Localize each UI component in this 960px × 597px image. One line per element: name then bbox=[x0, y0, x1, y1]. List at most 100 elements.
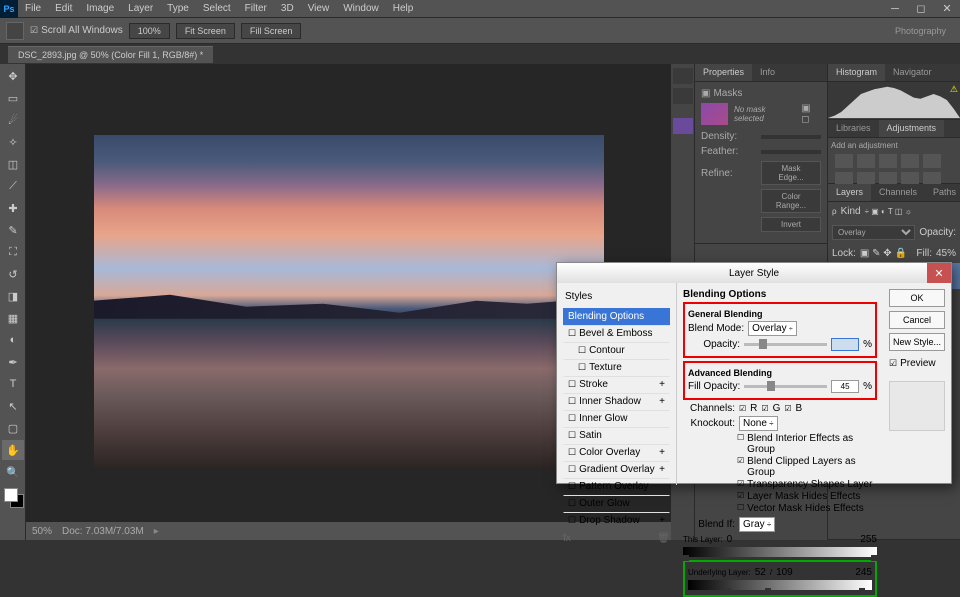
hand-tool-icon[interactable] bbox=[6, 22, 24, 40]
para-panel-icon[interactable] bbox=[673, 88, 693, 104]
cb-clipped[interactable]: ☑ Blend Clipped Layers as Group bbox=[737, 456, 877, 478]
preview-checkbox[interactable]: ☑ Preview bbox=[889, 358, 945, 369]
opacity-slider[interactable] bbox=[744, 343, 827, 346]
style-inner-shadow[interactable]: ☐ Inner Shadow+ bbox=[563, 393, 670, 410]
color-range-button[interactable]: Color Range... bbox=[761, 189, 821, 213]
menu-edit[interactable]: Edit bbox=[48, 0, 79, 18]
menu-file[interactable]: File bbox=[18, 0, 48, 18]
char-panel-icon[interactable] bbox=[673, 68, 693, 84]
menu-type[interactable]: Type bbox=[160, 0, 196, 18]
new-style-button[interactable]: New Style... bbox=[889, 333, 945, 351]
mask-edge-button[interactable]: Mask Edge... bbox=[761, 161, 821, 185]
fill-opacity-input[interactable] bbox=[831, 380, 859, 393]
lasso-tool[interactable]: ☄ bbox=[2, 110, 24, 130]
pen-tool[interactable]: ✒ bbox=[2, 352, 24, 372]
style-blending-options[interactable]: Blending Options bbox=[563, 308, 670, 325]
close-button[interactable]: ✕ bbox=[934, 0, 960, 18]
maximize-button[interactable]: ◻ bbox=[908, 0, 934, 18]
style-pattern-overlay[interactable]: ☐ Pattern Overlay bbox=[563, 478, 670, 495]
cb-vectormask[interactable]: ☐ Vector Mask Hides Effects bbox=[737, 503, 877, 514]
style-contour[interactable]: ☐ Contour bbox=[563, 342, 670, 359]
path-tool[interactable]: ↖ bbox=[2, 396, 24, 416]
tab-navigator[interactable]: Navigator bbox=[885, 64, 940, 81]
style-stroke[interactable]: ☐ Stroke+ bbox=[563, 376, 670, 393]
menu-window[interactable]: Window bbox=[336, 0, 386, 18]
gradient-tool[interactable]: ▦ bbox=[2, 308, 24, 328]
menu-image[interactable]: Image bbox=[79, 0, 121, 18]
tab-layers[interactable]: Layers bbox=[828, 184, 871, 201]
tab-info[interactable]: Info bbox=[752, 64, 783, 81]
tab-paths[interactable]: Paths bbox=[925, 184, 960, 201]
shape-tool[interactable]: ▢ bbox=[2, 418, 24, 438]
type-tool[interactable]: T bbox=[2, 374, 24, 394]
marquee-tool[interactable]: ▭ bbox=[2, 88, 24, 108]
tab-libraries[interactable]: Libraries bbox=[828, 120, 879, 137]
brush-tool[interactable]: ✎ bbox=[2, 220, 24, 240]
tab-adjustments[interactable]: Adjustments bbox=[879, 120, 945, 137]
menu-help[interactable]: Help bbox=[386, 0, 421, 18]
move-tool[interactable]: ✥ bbox=[2, 66, 24, 86]
hand-tool[interactable]: ✋ bbox=[2, 440, 24, 460]
healing-tool[interactable]: ✚ bbox=[2, 198, 24, 218]
history-brush-tool[interactable]: ↺ bbox=[2, 264, 24, 284]
fx-icon[interactable]: fx bbox=[563, 533, 571, 544]
style-outer-glow[interactable]: ☐ Outer Glow bbox=[563, 495, 670, 512]
blend-mode-select[interactable]: Overlay bbox=[832, 225, 915, 240]
zoom-pct-button[interactable]: 100% bbox=[129, 23, 170, 39]
tab-properties[interactable]: Properties bbox=[695, 64, 752, 81]
crop-tool[interactable]: ◫ bbox=[2, 154, 24, 174]
menu-layer[interactable]: Layer bbox=[121, 0, 160, 18]
document-canvas[interactable] bbox=[94, 135, 604, 469]
adj-vibrance-icon[interactable] bbox=[923, 154, 941, 168]
clone-tool[interactable]: ⛶ bbox=[2, 242, 24, 262]
underlying-gradient[interactable] bbox=[688, 580, 872, 590]
warning-icon[interactable]: ⚠ bbox=[950, 84, 958, 95]
cb-interior[interactable]: ☐ Blend Interior Effects as Group bbox=[737, 433, 877, 455]
this-layer-gradient[interactable] bbox=[683, 547, 877, 557]
ep-panel-icon[interactable] bbox=[673, 118, 693, 134]
fill-opacity-slider[interactable] bbox=[744, 385, 827, 388]
scroll-all-checkbox[interactable]: ☑ Scroll All Windows bbox=[30, 25, 123, 36]
document-tab[interactable]: DSC_2893.jpg @ 50% (Color Fill 1, RGB/8#… bbox=[8, 46, 213, 63]
trash-icon[interactable]: 🗑 bbox=[657, 533, 670, 544]
zoom-tool[interactable]: 🔍 bbox=[2, 462, 24, 482]
eyedropper-tool[interactable]: ⟋ bbox=[2, 176, 24, 196]
ok-button[interactable]: OK bbox=[889, 289, 945, 307]
style-bevel[interactable]: ☐ Bevel & Emboss bbox=[563, 325, 670, 342]
magic-wand-tool[interactable]: ✧ bbox=[2, 132, 24, 152]
adj-exposure-icon[interactable] bbox=[901, 154, 919, 168]
menu-filter[interactable]: Filter bbox=[238, 0, 274, 18]
style-texture[interactable]: ☐ Texture bbox=[563, 359, 670, 376]
fit-screen-button[interactable]: Fit Screen bbox=[176, 23, 235, 39]
style-gradient-overlay[interactable]: ☐ Gradient Overlay+ bbox=[563, 461, 670, 478]
dialog-close-button[interactable]: ✕ bbox=[927, 263, 951, 283]
zoom-level[interactable]: 50% bbox=[32, 526, 52, 537]
cb-transparency[interactable]: ☑ Transparency Shapes Layer bbox=[737, 479, 877, 490]
style-satin[interactable]: ☐ Satin bbox=[563, 427, 670, 444]
style-inner-glow[interactable]: ☐ Inner Glow bbox=[563, 410, 670, 427]
adj-levels-icon[interactable] bbox=[857, 154, 875, 168]
eraser-tool[interactable]: ◨ bbox=[2, 286, 24, 306]
fill-value[interactable]: 45% bbox=[936, 248, 956, 259]
cancel-button[interactable]: Cancel bbox=[889, 311, 945, 329]
knockout-dropdown[interactable]: None ÷ bbox=[739, 416, 778, 431]
style-color-overlay[interactable]: ☐ Color Overlay+ bbox=[563, 444, 670, 461]
mask-thumbnail[interactable] bbox=[701, 103, 728, 125]
tab-histogram[interactable]: Histogram bbox=[828, 64, 885, 81]
blendif-dropdown[interactable]: Gray ÷ bbox=[739, 517, 775, 532]
invert-button[interactable]: Invert bbox=[761, 217, 821, 232]
opacity-input[interactable] bbox=[831, 338, 859, 351]
color-swatches[interactable] bbox=[2, 488, 23, 510]
fill-screen-button[interactable]: Fill Screen bbox=[241, 23, 302, 39]
menu-select[interactable]: Select bbox=[196, 0, 238, 18]
menu-3d[interactable]: 3D bbox=[274, 0, 301, 18]
cb-layermask[interactable]: ☑ Layer Mask Hides Effects bbox=[737, 491, 877, 502]
menu-view[interactable]: View bbox=[301, 0, 337, 18]
tab-channels[interactable]: Channels bbox=[871, 184, 925, 201]
adj-curves-icon[interactable] bbox=[879, 154, 897, 168]
workspace-label[interactable]: Photography bbox=[895, 26, 954, 36]
dodge-tool[interactable]: ◐ bbox=[2, 330, 24, 350]
style-drop-shadow[interactable]: ☐ Drop Shadow+ bbox=[563, 512, 670, 529]
fg-color-swatch[interactable] bbox=[4, 488, 18, 502]
minimize-button[interactable]: ─ bbox=[882, 0, 908, 18]
